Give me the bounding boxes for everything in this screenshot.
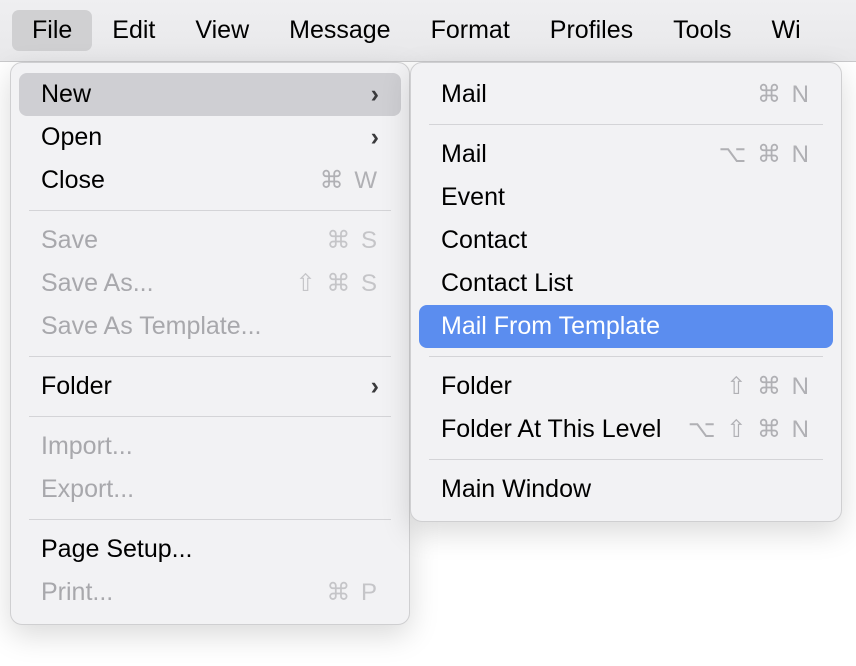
shortcut-label: ⌘ P bbox=[326, 578, 379, 607]
menu-item-open[interactable]: Open › bbox=[19, 116, 401, 159]
submenu-item-mail-alt[interactable]: Mail ⌥ ⌘ N bbox=[419, 133, 833, 176]
menu-separator bbox=[429, 459, 823, 460]
menu-item-folder[interactable]: Folder › bbox=[19, 365, 401, 408]
menu-label: Folder bbox=[41, 372, 112, 401]
menu-label: Contact bbox=[441, 226, 527, 255]
menubar-edit[interactable]: Edit bbox=[92, 10, 175, 51]
menu-label: Folder bbox=[441, 372, 512, 401]
submenu-item-event[interactable]: Event bbox=[419, 176, 833, 219]
submenu-item-main-window[interactable]: Main Window bbox=[419, 468, 833, 511]
submenu-item-mail-from-template[interactable]: Mail From Template bbox=[419, 305, 833, 348]
menu-label: Save As... bbox=[41, 269, 154, 298]
menu-label: Mail bbox=[441, 80, 487, 109]
menubar-view[interactable]: View bbox=[175, 10, 269, 51]
chevron-right-icon: › bbox=[371, 123, 379, 152]
submenu-item-contact[interactable]: Contact bbox=[419, 219, 833, 262]
submenu-item-folder-at-level[interactable]: Folder At This Level ⌥ ⇧ ⌘ N bbox=[419, 408, 833, 451]
menu-separator bbox=[429, 124, 823, 125]
menu-item-close[interactable]: Close ⌘ W bbox=[19, 159, 401, 202]
shortcut-label: ⇧ ⌘ N bbox=[726, 372, 811, 401]
menubar-file[interactable]: File bbox=[12, 10, 92, 51]
menubar-profiles[interactable]: Profiles bbox=[530, 10, 653, 51]
menubar-format[interactable]: Format bbox=[411, 10, 530, 51]
menu-label: Export... bbox=[41, 475, 134, 504]
menu-label: Open bbox=[41, 123, 102, 152]
menu-item-print: Print... ⌘ P bbox=[19, 571, 401, 614]
menu-label: Save As Template... bbox=[41, 312, 262, 341]
menu-label: Import... bbox=[41, 432, 133, 461]
menu-separator bbox=[29, 210, 391, 211]
chevron-right-icon: › bbox=[371, 372, 379, 401]
menu-item-export: Export... bbox=[19, 468, 401, 511]
shortcut-label: ⌘ W bbox=[320, 166, 379, 195]
menu-label: Save bbox=[41, 226, 98, 255]
submenu-item-contact-list[interactable]: Contact List bbox=[419, 262, 833, 305]
menu-separator bbox=[429, 356, 823, 357]
shortcut-label: ⌥ ⇧ ⌘ N bbox=[688, 415, 811, 444]
menubar-tools[interactable]: Tools bbox=[653, 10, 751, 51]
menu-separator bbox=[29, 519, 391, 520]
menu-label: Mail From Template bbox=[441, 312, 660, 341]
menu-item-import: Import... bbox=[19, 425, 401, 468]
menu-item-new[interactable]: New › bbox=[19, 73, 401, 116]
menu-label: Main Window bbox=[441, 475, 591, 504]
menubar-message[interactable]: Message bbox=[269, 10, 410, 51]
menu-label: New bbox=[41, 80, 91, 109]
menu-label: Contact List bbox=[441, 269, 573, 298]
menu-separator bbox=[29, 356, 391, 357]
menubar-window[interactable]: Wi bbox=[752, 10, 821, 51]
new-submenu-dropdown: Mail ⌘ N Mail ⌥ ⌘ N Event Contact Contac… bbox=[410, 62, 842, 522]
menu-label: Mail bbox=[441, 140, 487, 169]
menu-separator bbox=[29, 416, 391, 417]
menu-item-save-as: Save As... ⇧ ⌘ S bbox=[19, 262, 401, 305]
shortcut-label: ⇧ ⌘ S bbox=[296, 269, 379, 298]
menu-item-save: Save ⌘ S bbox=[19, 219, 401, 262]
menu-label: Close bbox=[41, 166, 105, 195]
menubar: File Edit View Message Format Profiles T… bbox=[0, 0, 856, 62]
shortcut-label: ⌥ ⌘ N bbox=[719, 140, 811, 169]
menu-item-page-setup[interactable]: Page Setup... bbox=[19, 528, 401, 571]
submenu-item-folder[interactable]: Folder ⇧ ⌘ N bbox=[419, 365, 833, 408]
menu-label: Folder At This Level bbox=[441, 415, 661, 444]
file-menu-dropdown: New › Open › Close ⌘ W Save ⌘ S Save As.… bbox=[10, 62, 410, 625]
shortcut-label: ⌘ N bbox=[757, 80, 811, 109]
menu-label: Print... bbox=[41, 578, 113, 607]
shortcut-label: ⌘ S bbox=[326, 226, 379, 255]
menu-label: Page Setup... bbox=[41, 535, 193, 564]
menu-item-save-as-template: Save As Template... bbox=[19, 305, 401, 348]
chevron-right-icon: › bbox=[371, 80, 379, 109]
menu-label: Event bbox=[441, 183, 505, 212]
submenu-item-mail[interactable]: Mail ⌘ N bbox=[419, 73, 833, 116]
